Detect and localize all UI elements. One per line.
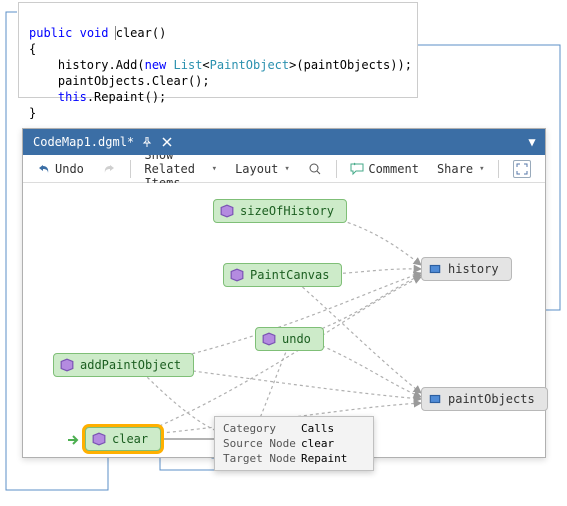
fit-button[interactable]	[507, 158, 537, 180]
fn-name: clear	[116, 26, 152, 40]
node-addpaintobject[interactable]: addPaintObject	[53, 353, 194, 377]
separator	[498, 160, 499, 178]
field-icon	[428, 262, 442, 276]
method-icon	[220, 204, 234, 218]
method-icon	[230, 268, 244, 282]
method-icon	[262, 332, 276, 346]
node-undo[interactable]: undo	[255, 327, 324, 351]
tooltip-value: Calls	[301, 422, 334, 435]
kw-void: void	[80, 26, 109, 40]
toolbar: Undo Show Related Items▾ Layout▾ Comment…	[23, 155, 545, 183]
find-button[interactable]	[302, 160, 328, 178]
code-editor[interactable]: public void clear() { history.Add(new Li…	[18, 2, 418, 98]
redo-button[interactable]	[96, 160, 122, 178]
tab-title[interactable]: CodeMap1.dgml*	[33, 135, 134, 149]
tab-bar: CodeMap1.dgml* ▼	[23, 129, 545, 155]
edge-tooltip: CategoryCalls Source Nodeclear Target No…	[214, 416, 374, 471]
close-icon[interactable]	[160, 135, 174, 149]
codemap-window: CodeMap1.dgml* ▼ Undo Show Related Items…	[22, 128, 546, 458]
comment-button[interactable]: Comment	[344, 160, 425, 178]
separator	[336, 160, 337, 178]
node-history[interactable]: history	[421, 257, 512, 281]
layout-button[interactable]: Layout▾	[229, 160, 296, 178]
field-icon	[428, 392, 442, 406]
node-clear[interactable]: clear	[85, 427, 161, 451]
fit-icon	[513, 160, 531, 178]
share-button[interactable]: Share▾	[431, 160, 491, 178]
node-paintobjects[interactable]: paintObjects	[421, 387, 548, 411]
node-sizeofhistory[interactable]: sizeOfHistory	[213, 199, 347, 223]
kw-public: public	[29, 26, 72, 40]
pin-icon[interactable]	[140, 135, 154, 149]
tooltip-key: Source Node	[223, 437, 301, 450]
tooltip-value: Repaint	[301, 452, 347, 465]
tooltip-value: clear	[301, 437, 334, 450]
tooltip-key: Category	[223, 422, 301, 435]
separator	[130, 160, 131, 178]
entry-arrow-icon	[67, 433, 81, 447]
method-icon	[92, 432, 106, 446]
undo-button[interactable]: Undo	[31, 160, 90, 178]
tooltip-key: Target Node	[223, 452, 301, 465]
method-icon	[60, 358, 74, 372]
node-paintcanvas[interactable]: PaintCanvas	[223, 263, 342, 287]
tab-menu-icon[interactable]: ▼	[525, 135, 539, 149]
